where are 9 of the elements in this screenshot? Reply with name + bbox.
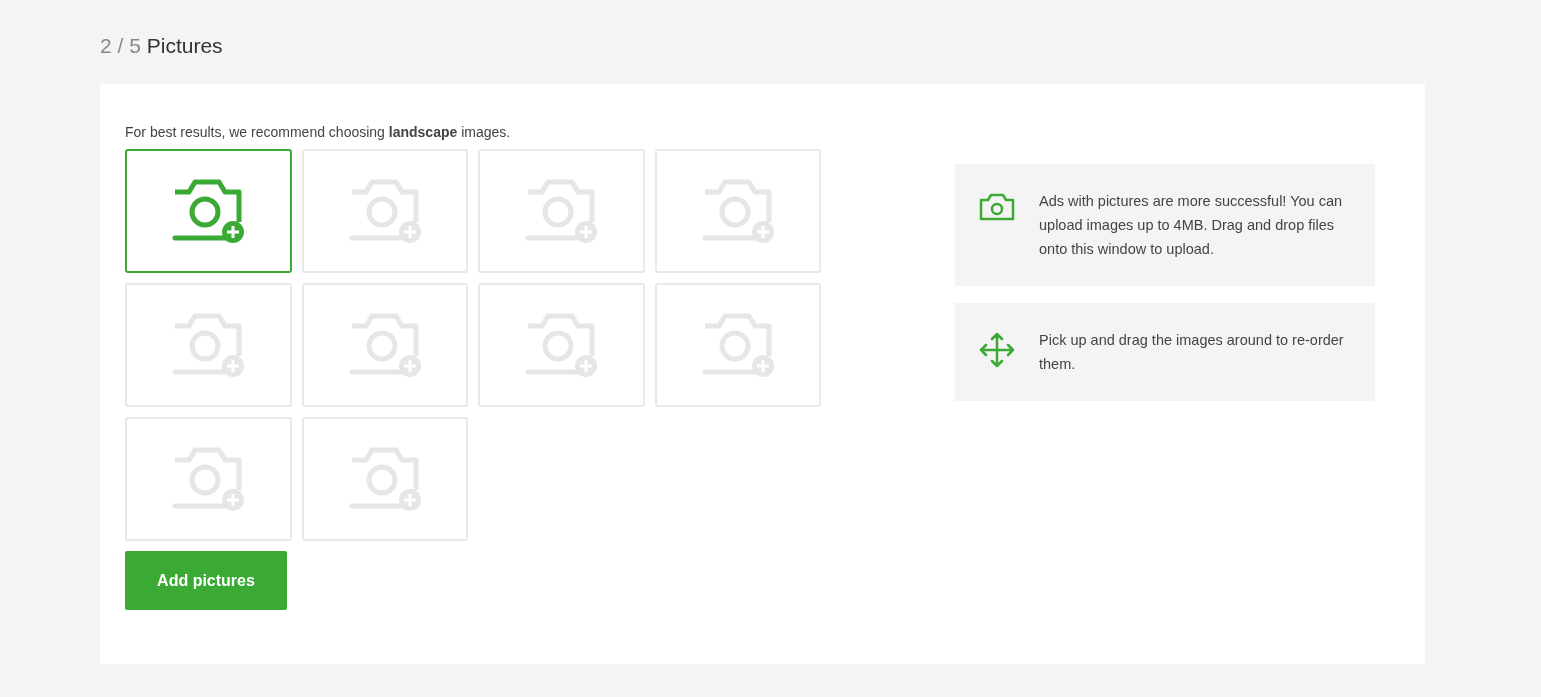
page-title: Pictures [146, 34, 223, 57]
move-icon [979, 332, 1015, 368]
tip-text: Ads with pictures are more successful! You can upload images up to 4MB. Drag and drop files onto this window to upload. [1039, 192, 1344, 259]
camera-icon [979, 193, 1015, 221]
step-counter: 2 / 5 [100, 34, 141, 57]
hint-text: For best results, we recommend choosing landscape images. [125, 123, 512, 142]
tip-text: Pick up and drag the images around to re-order them. [1039, 331, 1345, 374]
add-pictures-button[interactable]: Add pictures [125, 551, 287, 610]
image-slot[interactable] [125, 149, 292, 273]
